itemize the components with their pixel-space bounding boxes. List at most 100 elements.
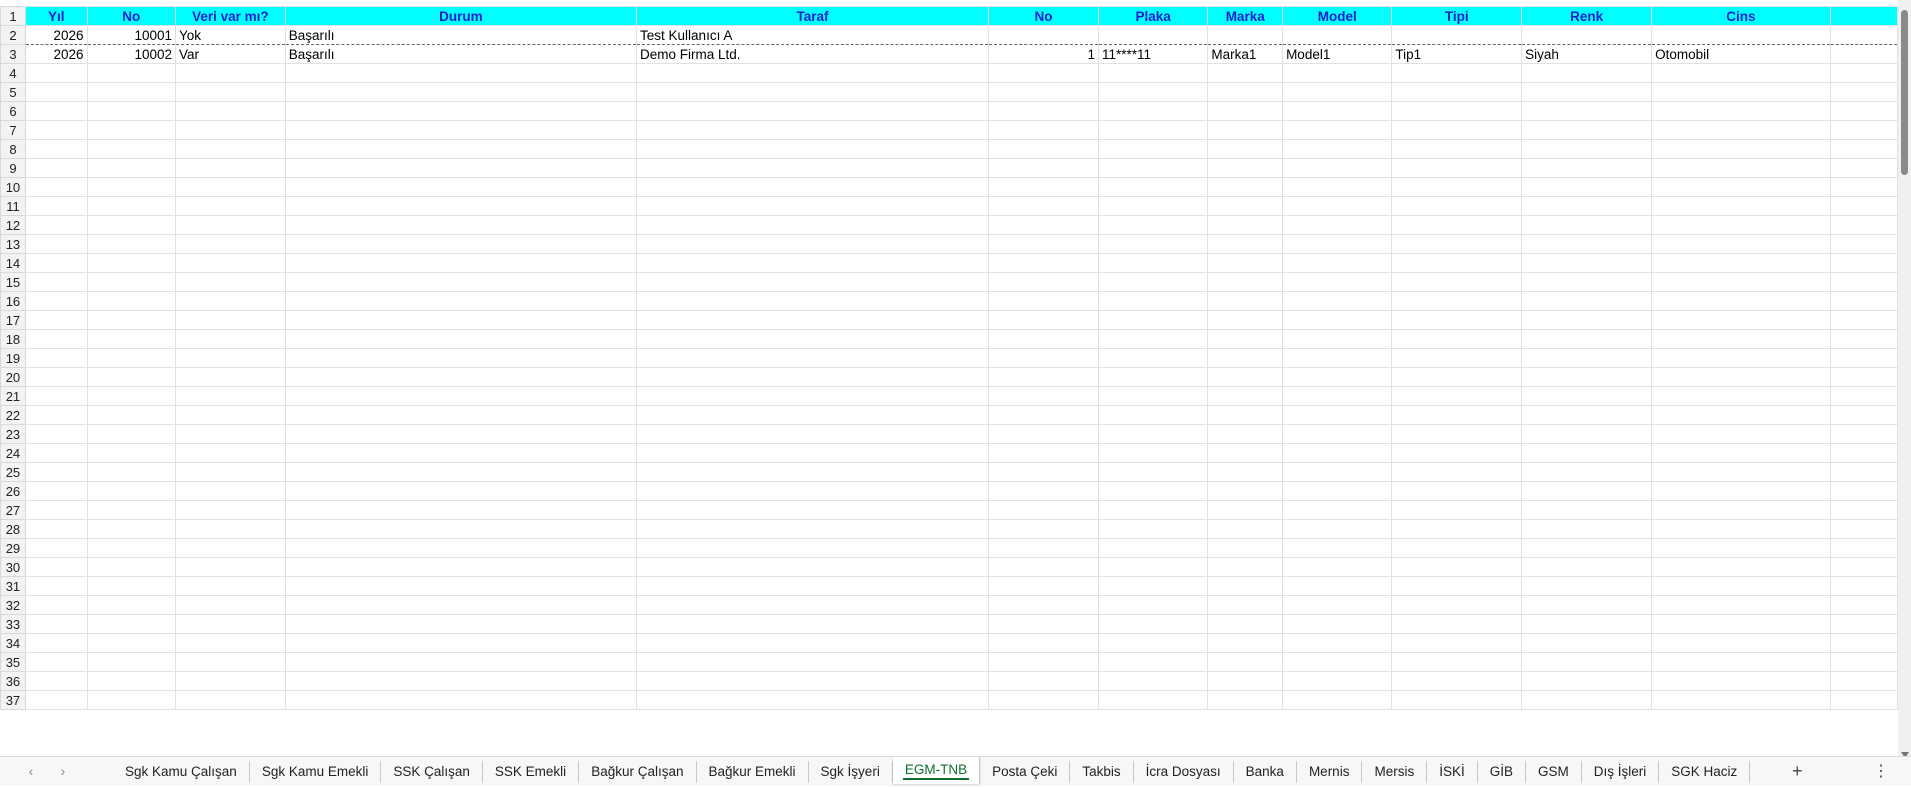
row-number[interactable]: 30 <box>0 557 26 577</box>
empty-cell[interactable] <box>1207 82 1284 102</box>
empty-cell[interactable] <box>636 405 990 425</box>
empty-cell[interactable] <box>24 215 88 235</box>
empty-cell[interactable] <box>1207 671 1284 691</box>
empty-cell[interactable] <box>1521 443 1653 463</box>
empty-cell[interactable] <box>1391 139 1523 159</box>
empty-cell[interactable] <box>1097 367 1209 387</box>
empty-cell[interactable] <box>636 652 990 672</box>
empty-cell[interactable] <box>24 633 88 653</box>
empty-cell[interactable] <box>636 538 990 558</box>
empty-cell[interactable] <box>1097 462 1209 482</box>
empty-cell[interactable] <box>1391 253 1523 273</box>
empty-cell[interactable] <box>1097 310 1209 330</box>
empty-cell[interactable] <box>1207 63 1284 83</box>
empty-cell[interactable] <box>1282 652 1393 672</box>
empty-cell[interactable] <box>284 443 638 463</box>
empty-cell[interactable] <box>988 386 1099 406</box>
empty-cell[interactable] <box>1391 120 1523 140</box>
row-number[interactable]: 1 <box>0 6 26 26</box>
empty-cell[interactable] <box>1829 177 1898 197</box>
empty-cell[interactable] <box>636 481 990 501</box>
empty-cell[interactable] <box>1282 671 1393 691</box>
empty-cell[interactable] <box>1521 158 1653 178</box>
empty-cell[interactable] <box>284 310 638 330</box>
empty-cell[interactable] <box>1521 519 1653 539</box>
empty-cell[interactable] <box>1391 234 1523 254</box>
empty-cell[interactable] <box>636 310 990 330</box>
empty-cell[interactable] <box>1829 386 1898 406</box>
sheet-tab[interactable]: İcra Dosyası <box>1134 761 1234 783</box>
empty-cell[interactable] <box>988 367 1099 387</box>
empty-cell[interactable] <box>636 82 990 102</box>
empty-cell[interactable] <box>1829 538 1898 558</box>
column-header-cell[interactable]: Renk <box>1521 6 1653 26</box>
empty-cell[interactable] <box>175 139 286 159</box>
empty-cell[interactable] <box>24 291 88 311</box>
empty-cell[interactable] <box>1097 386 1209 406</box>
empty-cell[interactable] <box>1651 614 1831 634</box>
empty-cell[interactable] <box>1282 253 1393 273</box>
empty-cell[interactable] <box>284 101 638 121</box>
empty-cell[interactable] <box>284 424 638 444</box>
empty-cell[interactable] <box>636 671 990 691</box>
empty-cell[interactable] <box>175 82 286 102</box>
empty-cell[interactable] <box>1391 595 1523 615</box>
empty-cell[interactable] <box>1651 557 1831 577</box>
empty-cell[interactable] <box>284 557 638 577</box>
sheet-tab[interactable]: Mersis <box>1362 761 1428 783</box>
empty-cell[interactable] <box>86 310 177 330</box>
empty-cell[interactable] <box>1521 310 1653 330</box>
row-number[interactable]: 13 <box>0 234 26 254</box>
empty-cell[interactable] <box>988 519 1099 539</box>
empty-cell[interactable] <box>1097 633 1209 653</box>
empty-cell[interactable] <box>1391 500 1523 520</box>
empty-cell[interactable] <box>988 576 1099 596</box>
empty-cell[interactable] <box>284 614 638 634</box>
empty-cell[interactable] <box>1829 633 1898 653</box>
sheet-tab[interactable]: Dış İşleri <box>1582 761 1660 783</box>
empty-cell[interactable] <box>86 652 177 672</box>
empty-cell[interactable] <box>636 614 990 634</box>
empty-cell[interactable] <box>175 671 286 691</box>
column-header-cell[interactable]: Model <box>1282 6 1393 26</box>
empty-cell[interactable] <box>988 671 1099 691</box>
empty-cell[interactable] <box>1829 690 1898 710</box>
empty-cell[interactable] <box>175 652 286 672</box>
empty-cell[interactable] <box>1097 63 1209 83</box>
empty-cell[interactable] <box>1829 291 1898 311</box>
empty-cell[interactable] <box>284 595 638 615</box>
row-number[interactable]: 25 <box>0 462 26 482</box>
empty-cell[interactable] <box>1829 462 1898 482</box>
table-cell[interactable]: Otomobil <box>1651 44 1831 64</box>
empty-cell[interactable] <box>1282 500 1393 520</box>
empty-cell[interactable] <box>1282 424 1393 444</box>
empty-cell[interactable] <box>24 652 88 672</box>
empty-cell[interactable] <box>175 633 286 653</box>
empty-cell[interactable] <box>1097 557 1209 577</box>
empty-cell[interactable] <box>1651 595 1831 615</box>
table-cell[interactable]: 10002 <box>86 44 177 64</box>
empty-cell[interactable] <box>24 500 88 520</box>
empty-cell[interactable] <box>284 348 638 368</box>
table-cell[interactable]: Tip1 <box>1391 44 1523 64</box>
empty-cell[interactable] <box>1207 576 1284 596</box>
empty-cell[interactable] <box>1391 101 1523 121</box>
empty-cell[interactable] <box>1521 253 1653 273</box>
chevron-right-icon[interactable]: › <box>54 762 72 780</box>
empty-cell[interactable] <box>636 519 990 539</box>
empty-cell[interactable] <box>1097 443 1209 463</box>
empty-cell[interactable] <box>1521 367 1653 387</box>
empty-cell[interactable] <box>284 633 638 653</box>
empty-cell[interactable] <box>284 120 638 140</box>
empty-cell[interactable] <box>175 538 286 558</box>
empty-cell[interactable] <box>1391 652 1523 672</box>
empty-cell[interactable] <box>1829 101 1898 121</box>
empty-cell[interactable] <box>988 177 1099 197</box>
empty-cell[interactable] <box>284 272 638 292</box>
empty-cell[interactable] <box>1391 196 1523 216</box>
empty-cell[interactable] <box>988 63 1099 83</box>
empty-cell[interactable] <box>284 462 638 482</box>
empty-cell[interactable] <box>1521 462 1653 482</box>
empty-cell[interactable] <box>175 519 286 539</box>
empty-cell[interactable] <box>1282 215 1393 235</box>
